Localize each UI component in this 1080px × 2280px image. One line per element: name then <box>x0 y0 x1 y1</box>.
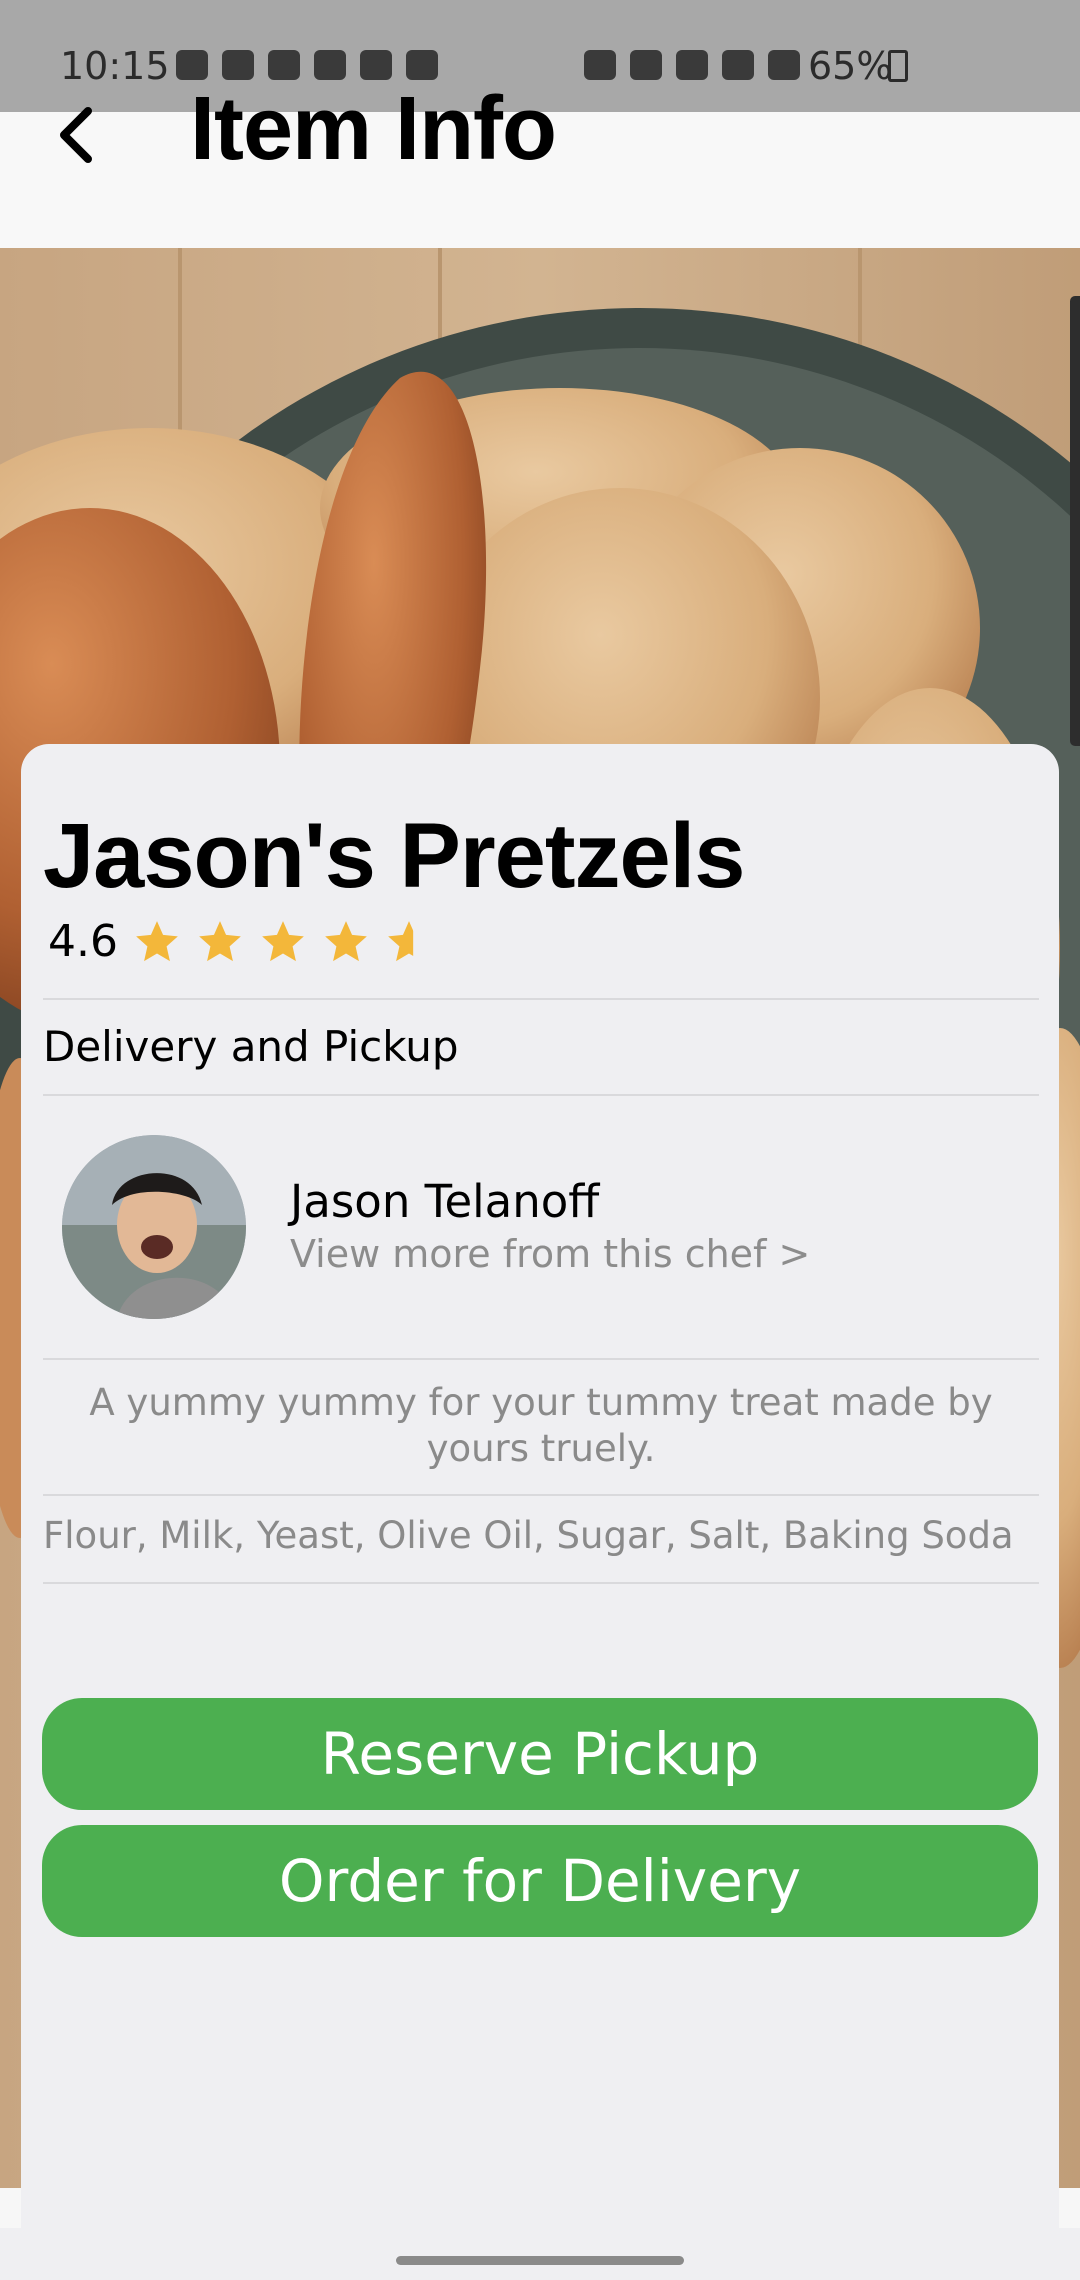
page-title: Item Info <box>190 79 557 179</box>
scroll-indicator[interactable] <box>1070 296 1080 746</box>
divider <box>43 998 1039 1000</box>
chef-avatar[interactable] <box>62 1135 246 1319</box>
half-star-icon <box>388 920 414 961</box>
status-system-icons <box>584 50 800 80</box>
gmail-icon <box>268 50 300 80</box>
gallery-icon <box>222 50 254 80</box>
delivery-pickup-label: Delivery and Pickup <box>43 1022 459 1071</box>
signal-icon <box>768 50 800 80</box>
wifi-icon <box>676 50 708 80</box>
notification-icon <box>176 50 208 80</box>
status-notification-icons <box>176 50 438 80</box>
volte-icon <box>722 50 754 80</box>
item-ingredients: Flour, Milk, Yeast, Olive Oil, Sugar, Sa… <box>43 1514 1014 1557</box>
order-delivery-button[interactable]: Order for Delivery <box>42 1825 1038 1937</box>
star-icon <box>199 920 241 961</box>
chef-name: Jason Telanoff <box>290 1175 600 1228</box>
mute-icon <box>630 50 662 80</box>
rating-value: 4.6 <box>48 916 118 967</box>
rating-row: 4.6 <box>48 916 447 967</box>
item-description: A yummy yummy for your tummy treat made … <box>89 1381 993 1470</box>
star-icon <box>262 920 304 961</box>
divider <box>43 1582 1039 1584</box>
reserve-pickup-button[interactable]: Reserve Pickup <box>42 1698 1038 1810</box>
status-time: 10:15 <box>60 44 170 88</box>
chevron-left-icon <box>60 107 92 163</box>
divider <box>43 1358 1039 1360</box>
navigation-bar <box>0 2228 1080 2280</box>
home-handle[interactable] <box>396 2256 684 2265</box>
item-name: Jason's Pretzels <box>43 805 745 907</box>
alarm-icon <box>584 50 616 80</box>
linkedin-icon <box>314 50 346 80</box>
item-details-card: Jason's Pretzels 4.6 Delivery and Pickup… <box>21 744 1059 2254</box>
back-button[interactable] <box>46 90 106 180</box>
game-icon <box>406 50 438 80</box>
app-icon <box>360 50 392 80</box>
star-icon <box>325 920 367 961</box>
battery-icon <box>888 50 908 82</box>
view-more-chef-link[interactable]: View more from this chef > <box>290 1232 810 1276</box>
divider <box>43 1494 1039 1496</box>
divider <box>43 1094 1039 1096</box>
battery-percent: 65% <box>808 44 893 88</box>
star-icon <box>136 920 178 961</box>
